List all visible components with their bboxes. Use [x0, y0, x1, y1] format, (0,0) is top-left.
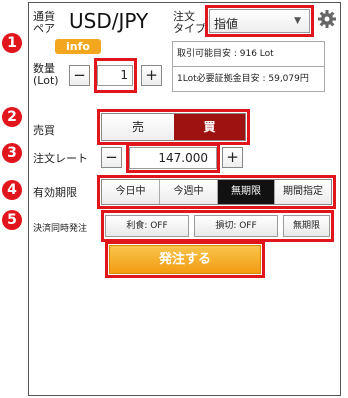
highlight-submit [105, 241, 265, 278]
rate-label: 注文レート [33, 152, 88, 165]
order-type-label: 注文 タイプ [173, 10, 206, 35]
highlight-settlement [101, 210, 334, 242]
quantity-label: 数量 (Lot) [33, 62, 59, 87]
margin-info-box: 取引可能目安 : 916 Lot 1Lot必要証拠金目安 : 59,079円 [172, 41, 325, 92]
required-margin-text: 1Lot必要証拠金目安 : 59,079円 [177, 74, 309, 84]
quantity-plus-button[interactable]: + [141, 65, 162, 86]
highlight-rate [126, 143, 220, 173]
step-marker-4: 4 [2, 180, 22, 200]
expiry-label: 有効期限 [33, 186, 77, 199]
available-lots-text: 取引可能目安 : 916 Lot [173, 42, 324, 67]
pair-label: 通貨 ペア [33, 10, 55, 35]
settlement-label: 決済同時発注 [33, 224, 88, 234]
side-label: 売買 [33, 124, 55, 137]
order-panel: 通貨 ペア USD/JPY 注文 タイプ 指値 ▼ info 数量 (Lot) … [28, 2, 341, 396]
step-marker-1: 1 [2, 33, 22, 53]
step-marker-2: 2 [2, 107, 22, 127]
currency-pair: USD/JPY [69, 9, 149, 33]
step-marker-5: 5 [2, 210, 22, 230]
step-marker-3: 3 [2, 143, 22, 163]
highlight-expiry [97, 175, 336, 209]
quantity-minus-button[interactable]: − [69, 65, 90, 86]
rate-minus-button[interactable]: − [101, 147, 122, 168]
info-button[interactable]: info [55, 39, 101, 54]
highlight-order-type [205, 5, 314, 37]
rate-plus-button[interactable]: + [222, 147, 243, 168]
gear-icon[interactable] [317, 9, 337, 29]
highlight-side [97, 109, 250, 145]
highlight-quantity [94, 58, 137, 93]
